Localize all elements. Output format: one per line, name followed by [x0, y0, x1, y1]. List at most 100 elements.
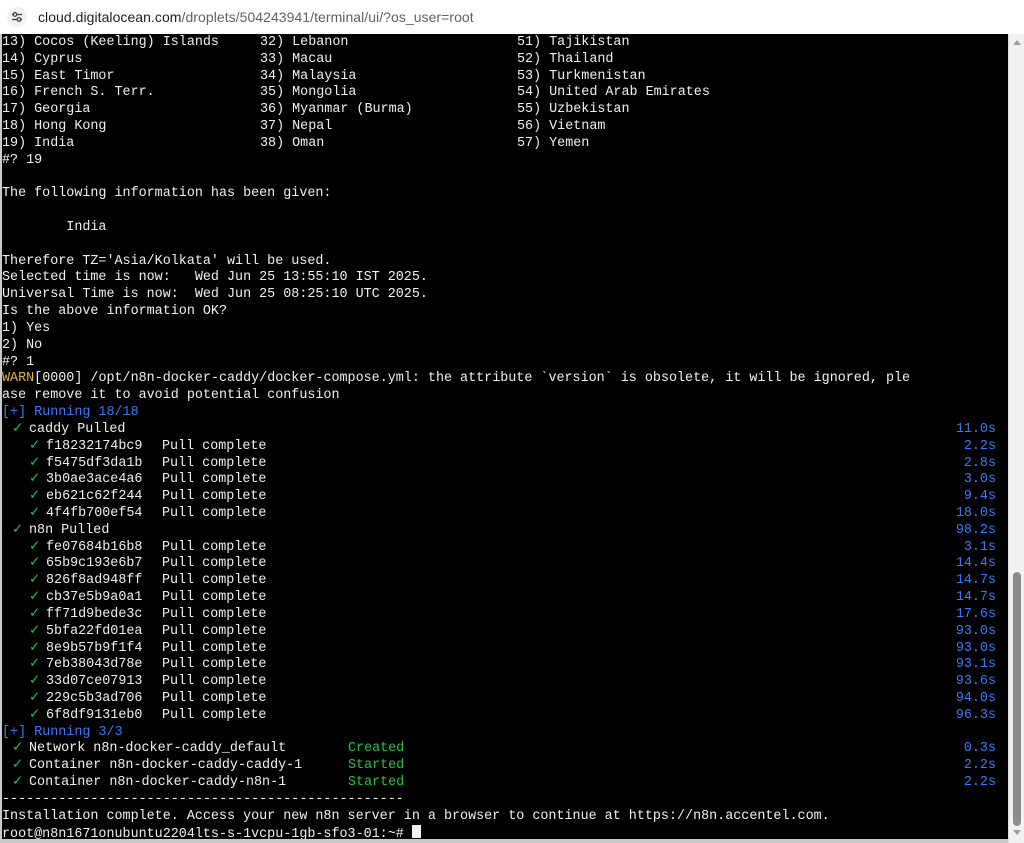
terminal-screen[interactable]: 13) Cocos (Keeling) Islands 32) Lebanon 51…	[2, 34, 1008, 839]
separator-line: ----------------------------------------…	[2, 791, 1008, 808]
resource-state: Started	[348, 758, 405, 774]
url-text[interactable]: cloud.digitalocean.com/droplets/50424394…	[38, 9, 474, 25]
resource-name: Container n8n-docker-caddy-caddy-1	[29, 758, 303, 774]
layer-row: ✓ 229c5b3ad706 Pull complete 94.0s	[2, 690, 1008, 707]
terminal-cursor	[411, 824, 421, 838]
timezone-option: 54) United Arab Emirates	[517, 85, 710, 101]
running-status-text: [+] Running 18/18	[2, 405, 139, 421]
layer-id: f18232174bc9	[46, 438, 143, 454]
layer-duration: 93.6s	[955, 674, 996, 690]
prompt-line: #? 1	[2, 354, 1008, 371]
layer-row: ✓ 6f8df9131eb0 Pull complete 96.3s	[2, 707, 1008, 724]
layer-duration: 93.0s	[955, 623, 996, 639]
layer-status: Pull complete	[162, 472, 267, 488]
url-path: /droplets/504243941/terminal/ui/?os_user…	[181, 9, 474, 25]
layer-id: 6f8df9131eb0	[46, 707, 143, 723]
check-icon: ✓	[12, 775, 24, 791]
layer-status: Pull complete	[162, 690, 267, 706]
timezone-option: 38) Oman	[260, 135, 325, 151]
image-pulled-row-label: n8n Pulled	[29, 522, 110, 538]
layer-status: Pull complete	[162, 674, 267, 690]
image-pulled-row-label: caddy Pulled	[29, 421, 126, 437]
check-icon: ✓	[29, 690, 41, 706]
layer-duration: 9.4s	[963, 489, 996, 505]
address-bar[interactable]: cloud.digitalocean.com/droplets/50424394…	[0, 0, 1024, 35]
timezone-row: 17) Georgia 36) Myanmar (Burma) 55) Uzbeki…	[2, 101, 1008, 118]
info-line-text: The following information has been given…	[2, 186, 332, 202]
resource-row: ✓ Container n8n-docker-caddy-n8n-1 Started…	[2, 774, 1008, 791]
check-icon: ✓	[29, 640, 41, 656]
resource-name: Container n8n-docker-caddy-n8n-1	[29, 775, 287, 791]
layer-duration: 14.7s	[955, 573, 996, 589]
timezone-option: 19) India	[2, 135, 75, 151]
timezone-row: 13) Cocos (Keeling) Islands 32) Lebanon 51…	[2, 34, 1008, 51]
selected-time-line-text: Selected time is now: Wed Jun 25 13:55:1…	[2, 270, 428, 286]
install-complete-line-text: Installation complete. Access your new n…	[2, 808, 830, 824]
layer-row: ✓ 65b9c193e6b7 Pull complete 14.4s	[2, 555, 1008, 572]
warn-message: [0000] /opt/n8n-docker-caddy/docker-comp…	[34, 371, 911, 387]
layer-status: Pull complete	[162, 539, 267, 555]
timezone-row: 16) French S. Terr. 35) Mongolia 54) Unite…	[2, 84, 1008, 101]
tz-line: Therefore TZ='Asia/Kolkata' will be used…	[2, 253, 1008, 270]
scrollbar-thumb[interactable]	[1013, 572, 1021, 826]
prompt-line-text: #? 1	[2, 354, 35, 370]
check-icon: ✓	[29, 556, 41, 572]
country-line: India	[2, 219, 1008, 236]
resource-row: ✓ Container n8n-docker-caddy-caddy-1 Start…	[2, 757, 1008, 774]
layer-id: 229c5b3ad706	[46, 690, 143, 706]
running-status: [+] Running 3/3	[2, 724, 1008, 741]
question-line: Is the above information OK?	[2, 303, 1008, 320]
timezone-option: 33) Macau	[260, 51, 333, 67]
tz-line-text: Therefore TZ='Asia/Kolkata' will be used…	[2, 253, 332, 269]
image-pulled-row-duration: 11.0s	[955, 421, 996, 437]
url-host: cloud.digitalocean.com	[38, 9, 182, 25]
resource-state: Started	[348, 775, 405, 791]
timezone-option: 57) Yemen	[517, 135, 590, 151]
layer-status: Pull complete	[162, 455, 267, 471]
country-line-text: India	[2, 220, 107, 236]
layer-status: Pull complete	[162, 556, 267, 572]
layer-row: ✓ 4f4fb700ef54 Pull complete 18.0s	[2, 505, 1008, 522]
prompt-line-text: #? 19	[2, 152, 43, 168]
shell-prompt-line: root@n8n1671onubuntu2204lts-s-1vcpu-1gb-…	[2, 824, 1008, 839]
timezone-option: 53) Turkmenistan	[517, 68, 646, 84]
layer-status: Pull complete	[162, 623, 267, 639]
universal-time-line: Universal Time is now: Wed Jun 25 08:25:…	[2, 286, 1008, 303]
timezone-row: 14) Cyprus 33) Macau 52) Thailand	[2, 51, 1008, 68]
scroll-up-arrow-icon[interactable]	[1013, 40, 1021, 45]
option-line-text: 1) Yes	[2, 320, 51, 336]
tune-icon[interactable]	[7, 7, 27, 27]
timezone-row: 15) East Timor 34) Malaysia 53) Turkmenist…	[2, 68, 1008, 85]
layer-id: cb37e5b9a0a1	[46, 590, 143, 606]
check-icon: ✓	[29, 539, 41, 555]
layer-row: ✓ 8e9b57b9f1f4 Pull complete 93.0s	[2, 640, 1008, 657]
layer-duration: 17.6s	[955, 606, 996, 622]
layer-id: 8e9b57b9f1f4	[46, 640, 143, 656]
option-line: 2) No	[2, 337, 1008, 354]
timezone-row: 19) India 38) Oman 57) Yemen	[2, 135, 1008, 152]
layer-id: 826f8ad948ff	[46, 573, 143, 589]
layer-duration: 18.0s	[955, 505, 996, 521]
resource-duration: 2.2s	[963, 758, 996, 774]
layer-duration: 3.0s	[963, 472, 996, 488]
check-icon: ✓	[29, 590, 41, 606]
timezone-option: 52) Thailand	[517, 51, 614, 67]
layer-duration: 96.3s	[955, 707, 996, 723]
timezone-option: 55) Uzbekistan	[517, 102, 630, 118]
timezone-option: 13) Cocos (Keeling) Islands	[2, 35, 219, 50]
terminal-scrollbar[interactable]	[1008, 34, 1024, 843]
layer-id: 65b9c193e6b7	[46, 556, 143, 572]
layer-duration: 2.8s	[963, 455, 996, 471]
timezone-row: 18) Hong Kong 37) Nepal 56) Vietnam	[2, 118, 1008, 135]
layer-duration: 93.1s	[955, 657, 996, 673]
timezone-option: 32) Lebanon	[260, 35, 349, 50]
layer-status: Pull complete	[162, 438, 267, 454]
image-pulled-row-duration: 98.2s	[955, 522, 996, 538]
check-icon: ✓	[29, 606, 41, 622]
warn-line-cont-text: ase remove it to avoid potential confusi…	[2, 388, 340, 404]
check-icon: ✓	[29, 657, 41, 673]
scroll-down-arrow-icon[interactable]	[1013, 830, 1021, 835]
shell-prompt: root@n8n1671onubuntu2204lts-s-1vcpu-1gb-…	[2, 826, 412, 839]
image-pulled-row: ✓ n8n Pulled 98.2s	[2, 522, 1008, 539]
check-icon: ✓	[29, 707, 41, 723]
